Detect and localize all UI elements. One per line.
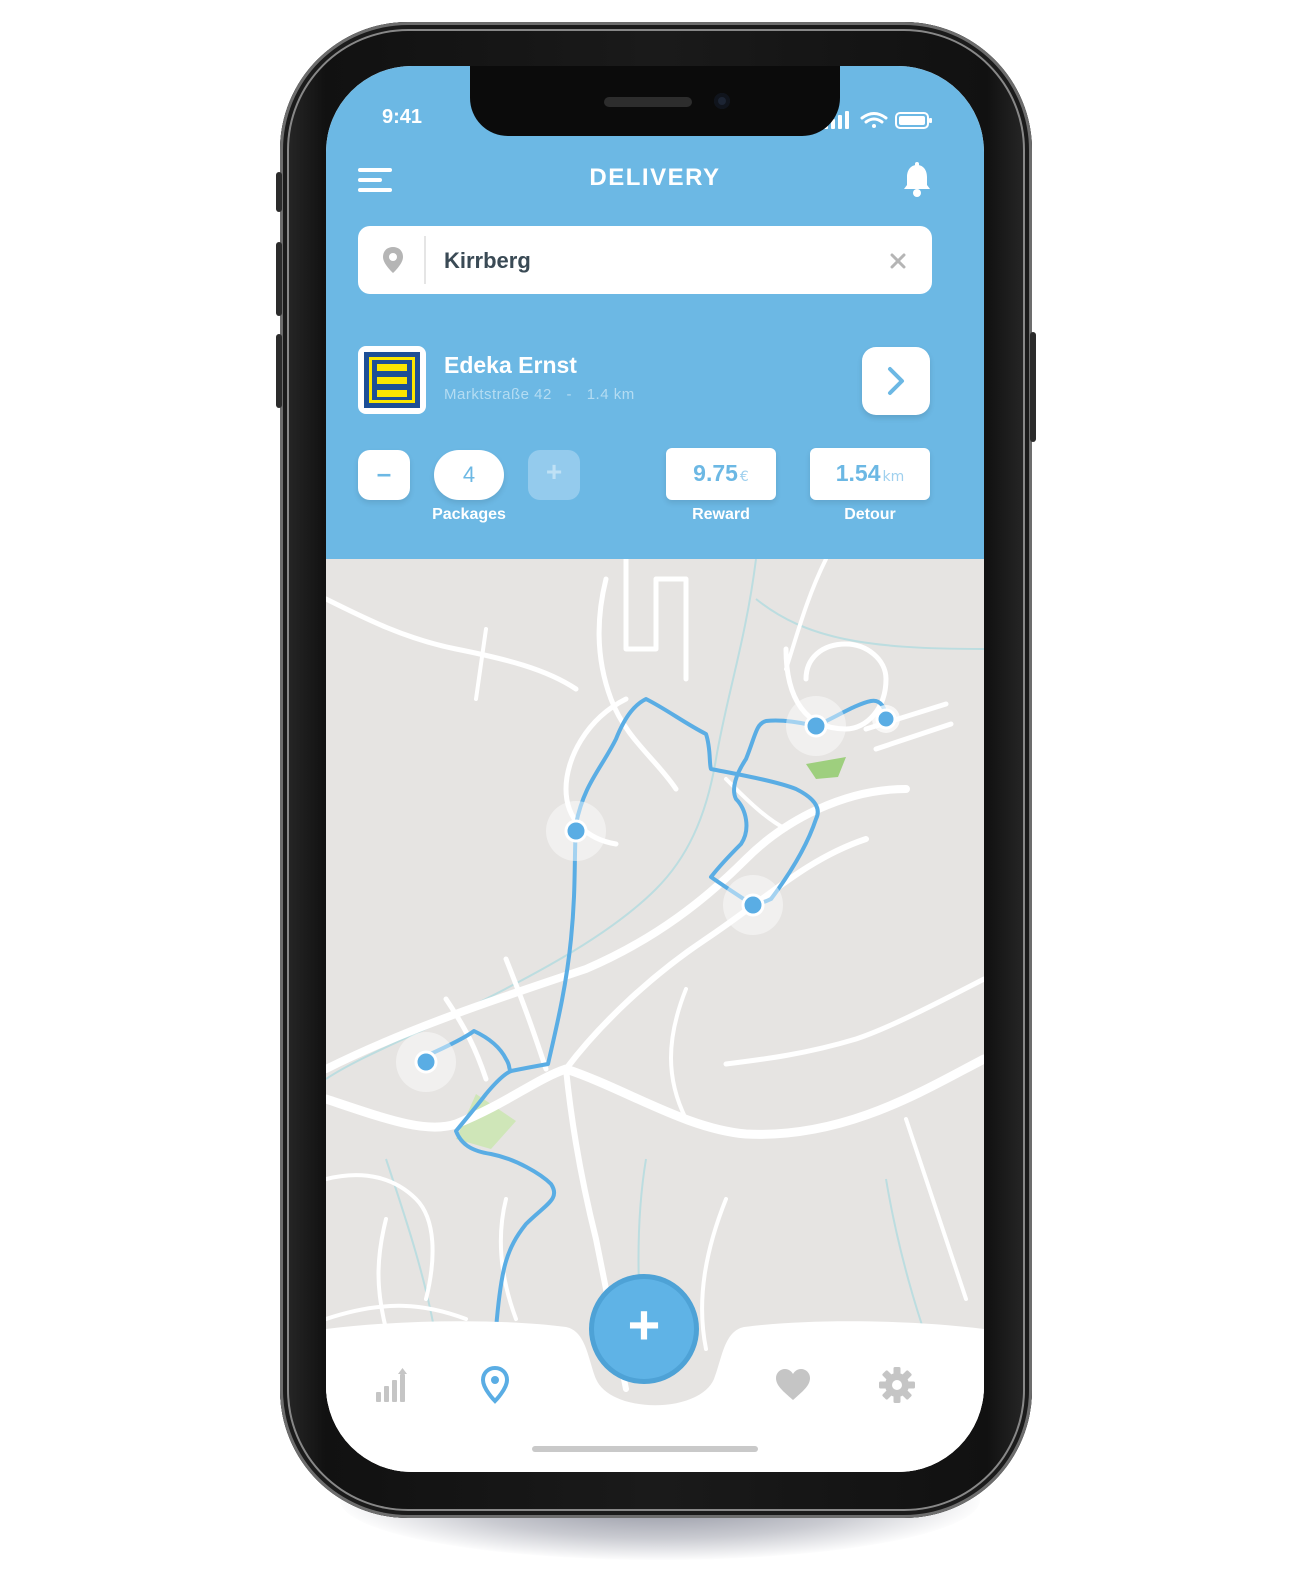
store-name: Edeka Ernst [444,352,577,378]
detour-label: Detour [844,506,896,523]
packages-count-field[interactable]: 4 [434,450,504,500]
location-pin-icon [383,247,403,273]
route-stop [723,875,783,935]
wifi-icon [860,112,888,128]
close-icon[interactable] [890,253,906,269]
plus-icon: + [627,1293,661,1356]
front-camera [714,93,730,109]
power-button [1030,332,1036,442]
route-stop [396,1032,456,1092]
page-title: DELIVERY [589,164,721,191]
bell-icon[interactable] [902,162,932,198]
store-details-button[interactable] [862,347,930,415]
reward-unit: € [739,469,749,485]
gear-icon [879,1367,915,1403]
phone-frame: 9:41 DELIVERY Kirrberg Edeka Ernst Markt… [276,22,1036,1518]
packages-plus-button[interactable]: + [528,450,580,500]
minus-icon: – [376,458,392,488]
reward-box: 9.75 € [666,448,776,500]
location-pin-icon [480,1365,510,1404]
packages-count: 4 [462,462,476,487]
mute-switch [276,172,282,212]
packages-label: Packages [432,506,506,523]
tab-stats[interactable] [374,1368,410,1408]
heart-icon [776,1369,810,1400]
detour-value: 1.54 [835,460,881,486]
detour-unit: km [882,469,905,485]
status-time: 9:41 [382,106,423,128]
tab-settings[interactable] [878,1366,916,1408]
search-input[interactable] [442,238,876,284]
store-address-separator: - [566,386,573,403]
map-roads [326,556,984,1392]
header-panel: 9:41 DELIVERY Kirrberg Edeka Ernst Markt… [326,66,984,559]
route-stop [546,801,606,861]
route-stop [872,705,900,733]
reward-label: Reward [692,506,750,523]
tab-map[interactable] [480,1365,510,1408]
store-address: Marktstraße 42 [444,386,552,403]
edeka-logo [364,352,420,408]
store-address-line: Marktstraße 42 - 1.4 km [444,386,635,403]
volume-up-button [276,242,282,316]
search-divider [424,236,426,284]
home-indicator [532,1446,758,1452]
store-distance: 1.4 km [586,386,635,403]
add-delivery-button[interactable]: + [594,1279,694,1379]
speaker [604,97,692,107]
chevron-right-icon [888,367,904,395]
detour-box: 1.54 km [810,448,930,500]
store-logo [358,346,426,414]
battery-icon [895,112,932,129]
tab-favorites[interactable] [774,1368,812,1406]
plus-icon: + [545,456,563,487]
route-stop [786,696,846,756]
bar-chart-icon [376,1368,407,1402]
status-icons [824,111,932,129]
phone-screen: 9:41 DELIVERY Kirrberg Edeka Ernst Markt… [326,66,984,1472]
delivery-route [424,697,888,1331]
packages-minus-button[interactable]: – [358,450,410,500]
reward-value-wrap: 9.75 € [666,460,776,487]
search-bar[interactable] [358,226,932,294]
detour-value-wrap: 1.54 km [810,460,930,487]
volume-down-button [276,334,282,408]
reward-value: 9.75 [693,460,738,486]
